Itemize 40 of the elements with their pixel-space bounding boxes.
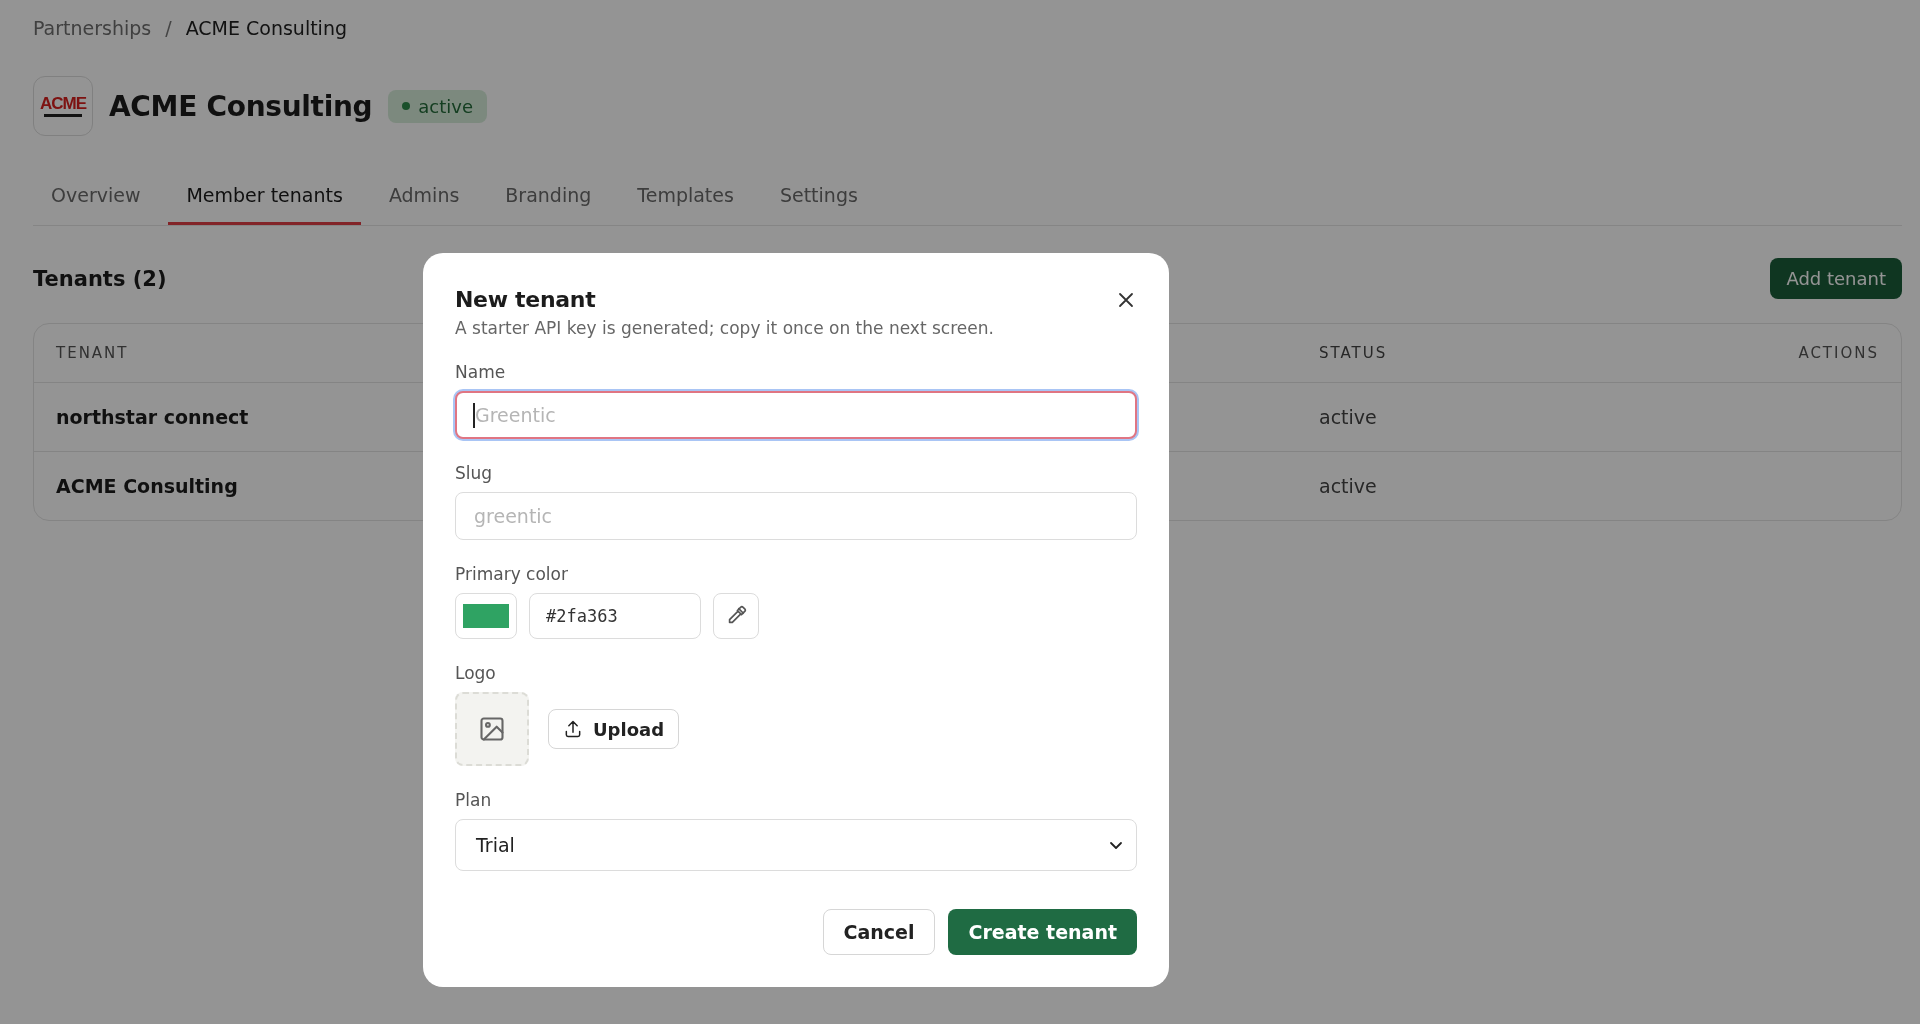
dialog-subtitle: A starter API key is generated; copy it once on the next screen. xyxy=(455,318,995,338)
table-cell: active xyxy=(1319,406,1377,428)
image-icon xyxy=(478,715,506,743)
tab[interactable]: Overview xyxy=(33,172,159,225)
upload-icon xyxy=(563,719,583,739)
add-tenant-button[interactable]: Add tenant xyxy=(1770,258,1902,299)
cancel-button[interactable]: Cancel xyxy=(822,909,936,955)
tab[interactable]: Templates xyxy=(619,172,752,225)
create-button[interactable]: Create tenant xyxy=(948,909,1137,955)
text-cursor xyxy=(473,403,475,428)
breadcrumb-item[interactable]: Partnerships xyxy=(33,17,152,39)
table-cell: active xyxy=(1319,475,1377,497)
dialog-title: New tenant xyxy=(455,287,596,312)
tab[interactable]: Admins xyxy=(370,172,478,225)
breadcrumb-separator: / xyxy=(165,17,172,39)
field-label: Primary color xyxy=(455,564,569,584)
eyedropper-button[interactable] xyxy=(713,593,759,639)
section-title: Tenants (2) xyxy=(33,266,167,291)
upload-button[interactable]: Upload xyxy=(548,709,680,749)
column-header: STATUS xyxy=(1319,344,1389,362)
company-logo: ACME xyxy=(33,76,93,136)
tab[interactable]: Branding xyxy=(487,172,610,225)
column-header: ACTIONS xyxy=(1798,344,1879,362)
field-label: Slug xyxy=(455,463,494,483)
tab[interactable]: Settings xyxy=(761,172,876,225)
input-field[interactable]: Greentic xyxy=(455,391,1137,439)
close-icon xyxy=(1117,290,1135,309)
field-label: Plan xyxy=(455,790,493,810)
color-hex-field[interactable]: #2fa363 xyxy=(529,593,701,639)
field-label: Logo xyxy=(455,663,497,683)
tab[interactable]: Member tenants xyxy=(168,172,361,225)
status-badge: active xyxy=(388,89,488,123)
color-swatch[interactable] xyxy=(455,593,517,639)
table-cell: ACME Consulting xyxy=(56,475,238,497)
field-label: Name xyxy=(455,362,507,382)
page-title: ACME Consulting xyxy=(109,89,373,123)
plan-dropdown[interactable]: Trial xyxy=(455,819,1137,871)
breadcrumb-item: ACME Consulting xyxy=(185,17,347,39)
table-cell: northstar connect xyxy=(56,406,249,428)
column-header: TENANT xyxy=(56,344,130,362)
